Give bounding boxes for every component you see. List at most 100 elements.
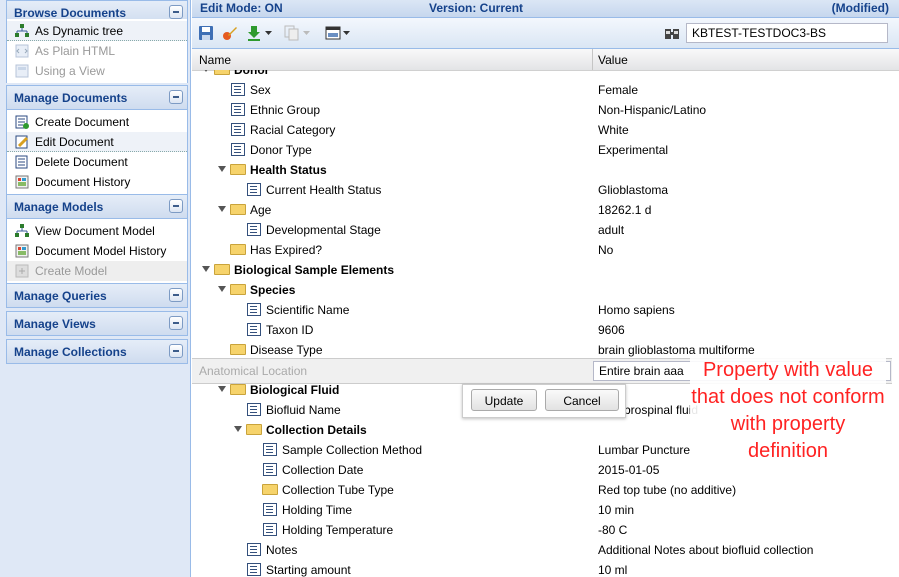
tree-icon [15,24,29,37]
tree-row[interactable]: Scientific Name Homo sapiens [192,300,892,320]
editor-property-name: Anatomical Location [199,364,308,378]
tree-row[interactable]: Ethnic Group Non-Hispanic/Latino [192,100,892,120]
property-icon [231,123,245,136]
update-button[interactable]: Update [471,389,537,411]
nav-item-label: As Dynamic tree [35,24,124,38]
tree-row[interactable]: Sex Female [192,80,892,100]
tree-row[interactable]: Collection Tube Type Red top tube (no add… [192,480,892,500]
save-icon[interactable] [198,25,214,41]
nav-item-delete-document[interactable]: Delete Document [7,152,187,172]
nav-item-as-dynamic-tree[interactable]: As Dynamic tree [7,21,187,41]
row-name: Age [250,203,272,217]
tree-row[interactable]: Donor [192,70,892,80]
tree-row[interactable]: Donor Type Experimental [192,140,892,160]
history-icon [15,175,29,189]
tree-row[interactable]: Health Status [192,160,892,180]
section-header-manage-queries[interactable]: Manage Queries [6,283,188,308]
tree-row[interactable]: Age 18262.1 d [192,200,892,220]
row-name: Collection Details [266,423,367,437]
row-name: Species [250,283,296,297]
chevron-down-icon[interactable] [265,31,272,36]
row-value: 18262.1 d [598,203,652,217]
row-value: 10 ml [598,563,628,577]
property-icon [247,563,261,576]
expanded-arrow-icon[interactable] [218,166,226,172]
edit-mode-label: Edit Mode: ON [200,1,283,15]
name-column-header[interactable]: Name [199,53,231,67]
section-title: Browse Documents [14,6,127,20]
row-name: Scientific Name [266,303,350,317]
cancel-button[interactable]: Cancel [545,389,619,411]
property-icon [247,303,261,316]
column-header: Name Value [192,49,899,71]
section-header-manage-views[interactable]: Manage Views [6,311,188,336]
property-icon [263,503,277,516]
expanded-arrow-icon[interactable] [202,266,210,272]
folder-icon [230,344,246,355]
nav-item-label: Using a View [35,64,105,78]
nav-item-document-model-history[interactable]: Document Model History [7,241,187,261]
tree-row[interactable]: Holding Temperature -80 C [192,520,892,540]
nav-item-view-document-model[interactable]: View Document Model [7,221,187,241]
edit-doc-icon [15,135,29,149]
property-icon [247,183,261,196]
view-icon [15,64,29,78]
expanded-arrow-icon[interactable] [218,286,226,292]
row-value: Glioblastoma [598,183,669,197]
edit-icon[interactable] [222,25,238,41]
chevron-down-icon[interactable] [343,31,350,36]
row-name: Biofluid Name [266,403,341,417]
tree-row[interactable]: Holding Time 10 min [192,500,892,520]
tree-row[interactable]: Species [192,280,892,300]
collapse-toggle-icon[interactable] [169,316,183,330]
row-name: Donor Type [250,143,312,157]
property-icon [247,543,261,556]
nav-item-edit-document[interactable]: Edit Document [7,132,187,152]
collapse-toggle-icon[interactable] [169,288,183,302]
row-name: Health Status [250,163,327,177]
folder-icon [262,484,278,495]
row-name: Biological Sample Elements [234,263,395,277]
expanded-arrow-icon[interactable] [218,386,226,392]
nav-item-document-history[interactable]: Document History [7,172,187,192]
display-icon[interactable] [325,25,341,41]
tree-row[interactable]: Racial Category White [192,120,892,140]
property-icon [263,523,277,536]
tree-row[interactable]: Current Health Status Glioblastoma [192,180,892,200]
row-name: Racial Category [250,123,336,137]
nav-item-create-document[interactable]: Create Document [7,112,187,132]
value-column-header[interactable]: Value [598,53,628,67]
section-header-manage-models[interactable]: Manage Models [6,194,188,219]
section-header-manage-collections[interactable]: Manage Collections [6,339,188,364]
row-value: Homo sapiens [598,303,675,317]
chevron-down-icon [303,31,310,35]
html-icon [15,44,29,58]
collapse-toggle-icon[interactable] [169,199,183,213]
tree-row[interactable]: Has Expired? No [192,240,892,260]
tree-row[interactable]: Starting amount 10 ml [192,560,892,577]
tree-row[interactable]: Biological Sample Elements [192,260,892,280]
nav-item-using-a-view: Using a View [7,61,187,81]
row-name: Collection Tube Type [282,483,394,497]
row-value: Lumbar Puncture [598,443,691,457]
collapse-toggle-icon[interactable] [169,344,183,358]
folder-icon [230,384,246,395]
column-divider[interactable] [592,49,593,70]
expanded-arrow-icon[interactable] [234,426,242,432]
row-value: 10 min [598,503,635,517]
nav-item-label: Edit Document [35,135,114,149]
tree-row[interactable]: Notes Additional Notes about biofluid col… [192,540,892,560]
section-title: Manage Queries [14,289,107,303]
annotation-callout: Property with value that does not confor… [690,357,886,465]
tree-row[interactable]: Taxon ID 9606 [192,320,892,340]
expanded-arrow-icon[interactable] [218,206,226,212]
section-header-manage-documents[interactable]: Manage Documents [6,85,188,110]
row-name: Donor [234,70,270,77]
collapse-toggle-icon[interactable] [169,90,183,104]
collapse-toggle-icon[interactable] [169,5,183,19]
tree-row[interactable]: Developmental Stage adult [192,220,892,240]
document-name-field[interactable]: KBTEST-TESTDOC3-BS [686,23,888,43]
property-icon [231,143,245,156]
expanded-arrow-icon[interactable] [202,70,210,72]
download-icon[interactable] [246,25,262,41]
